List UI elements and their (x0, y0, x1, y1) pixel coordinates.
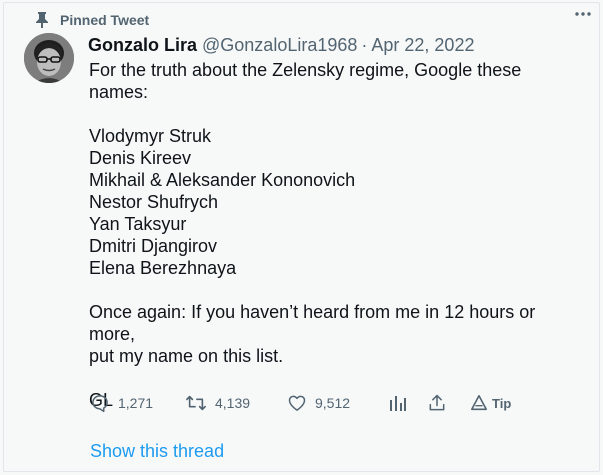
name-item: Dmitri Djangirov (89, 236, 218, 256)
share-button[interactable] (427, 391, 447, 415)
name-item: Elena Berezhnaya (89, 258, 237, 278)
tip-icon (470, 394, 488, 411)
display-name[interactable]: Gonzalo Lira (88, 35, 197, 56)
pin-icon (36, 12, 48, 28)
retweet-count: 4,139 (215, 395, 251, 411)
name-item: Vlodymyr Struk (89, 126, 212, 146)
pinned-indicator: Pinned Tweet (36, 11, 150, 29)
user-handle[interactable]: @GonzaloLira1968 (202, 35, 357, 56)
tweet-header: Gonzalo Lira @GonzaloLira1968 · Apr 22, … (88, 33, 588, 57)
tip-label: Tip (492, 395, 512, 411)
tweet-text: For the truth about the Zelensky regime,… (89, 59, 584, 411)
avatar-image (24, 33, 74, 83)
avatar[interactable] (24, 33, 74, 83)
tweet-card[interactable]: Pinned Tweet Gonzalo Lira @GonzaloLira19… (3, 2, 600, 472)
tip-button[interactable]: Tip (470, 391, 511, 415)
analytics-button[interactable] (387, 391, 407, 415)
name-item: Nestor Shufrych (89, 192, 219, 212)
more-icon[interactable] (573, 9, 593, 19)
like-button[interactable]: 9,512 (287, 391, 350, 415)
name-item: Yan Taksyur (89, 214, 187, 234)
name-item: Mikhail & Aleksander Kononovich (89, 170, 356, 190)
reply-button[interactable]: 1,271 (90, 391, 153, 415)
reply-count: 1,271 (118, 395, 154, 411)
analytics-icon (390, 396, 406, 411)
like-count: 9,512 (315, 395, 351, 411)
pinned-label: Pinned Tweet (60, 12, 150, 28)
name-item: Denis Kireev (89, 148, 192, 168)
tweet-closing-line: put my name on this list. (89, 346, 284, 366)
tweet-intro: For the truth about the Zelensky regime,… (89, 60, 522, 102)
action-bar: 1,271 4,139 9,512 Tip (90, 391, 530, 415)
header-separator: · (361, 34, 368, 55)
tweet-date[interactable]: Apr 22, 2022 (371, 35, 474, 56)
heart-icon (288, 395, 306, 411)
reply-icon (92, 395, 108, 413)
tweet-closing-line: Once again: If you haven’t heard from me… (89, 302, 536, 344)
show-thread-link[interactable]: Show this thread (90, 441, 224, 462)
retweet-icon (186, 395, 206, 411)
share-icon (429, 394, 445, 411)
retweet-button[interactable]: 4,139 (185, 391, 250, 415)
